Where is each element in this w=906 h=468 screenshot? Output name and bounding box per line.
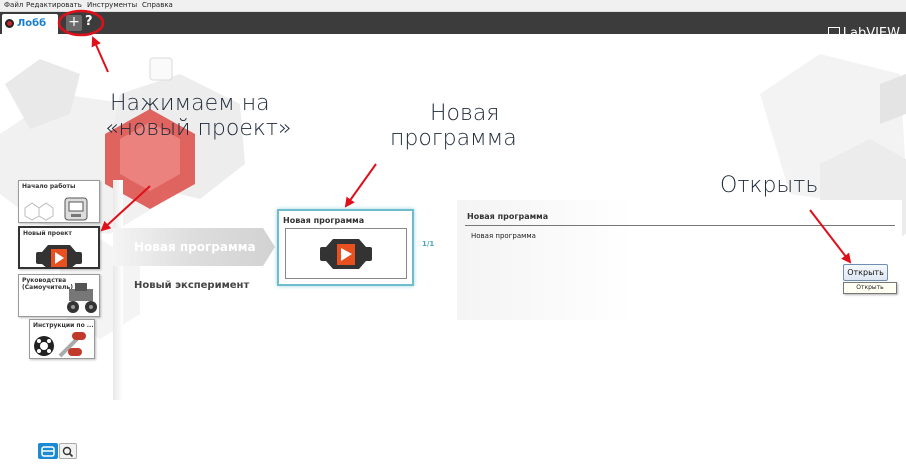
menu-file[interactable]: Файл [4, 1, 23, 10]
new-project-button[interactable]: + [66, 15, 82, 31]
sidebar-item-tutorials[interactable]: Руководства (Самоучитель) [18, 274, 100, 317]
robot-vehicle-icon [67, 283, 97, 313]
open-button[interactable]: Открыть [843, 264, 888, 281]
help-button[interactable]: ? [85, 14, 93, 29]
tab-bar: Лобб LabVIEW [0, 12, 906, 41]
menu-help[interactable]: Справка [142, 1, 173, 10]
detail-divider [465, 225, 895, 226]
robot-brick-icon [24, 197, 88, 221]
sidebar-divider [113, 180, 123, 400]
detail-heading: Новая программа [467, 212, 549, 221]
ev3-logo-icon [5, 19, 14, 28]
gears-icon [34, 332, 86, 358]
detail-panel: Новая программа Новая программа [457, 200, 902, 320]
tab-lobby-label: Лобб [17, 18, 47, 29]
page-indicator: 1/1 [422, 240, 435, 248]
sidebar-item-getting-started[interactable]: Начало работы [18, 180, 100, 223]
annotation-new-project-line1: Нажимаем на [110, 91, 270, 116]
sidebar-item-label: Начало работы [22, 183, 76, 190]
program-card[interactable]: Новая программа [277, 209, 414, 286]
menu-bar: Файл Редактировать Инструменты Справка [0, 0, 906, 12]
category-new-program[interactable]: Новая программа [134, 240, 256, 254]
list-view-icon [41, 446, 55, 457]
sidebar-item-label: Новый проект [23, 230, 72, 237]
annotation-new-program-line1: Новая [430, 101, 500, 126]
program-play-icon [320, 239, 372, 269]
tab-lobby[interactable]: Лобб [2, 14, 58, 34]
question-icon: ? [85, 14, 93, 29]
detail-description: Новая программа [471, 232, 536, 240]
labview-label: LabVIEW [842, 26, 900, 41]
open-tooltip: Открыть [843, 282, 897, 294]
search-icon [62, 446, 74, 458]
sidebar-item-instructions[interactable]: Инструкции по ... [29, 319, 95, 359]
program-card-title: Новая программа [283, 216, 365, 225]
annotation-new-project-line2: «новый проект» [105, 116, 292, 141]
category-new-experiment[interactable]: Новый эксперимент [134, 280, 249, 291]
program-play-icon [36, 245, 82, 269]
annotation-open: Открыть [720, 173, 819, 198]
search-button[interactable] [59, 443, 77, 459]
menu-tools[interactable]: Инструменты [87, 1, 137, 10]
program-card-thumbnail [285, 228, 407, 279]
plus-icon: + [68, 14, 80, 30]
menu-edit[interactable]: Редактировать [26, 1, 82, 10]
list-view-button[interactable] [38, 443, 58, 459]
labview-brand: LabVIEW [827, 26, 900, 41]
annotation-new-program-line2: программа [390, 126, 517, 151]
labview-logo-icon [827, 27, 840, 38]
sidebar-item-new-project[interactable]: Новый проект [18, 226, 100, 269]
